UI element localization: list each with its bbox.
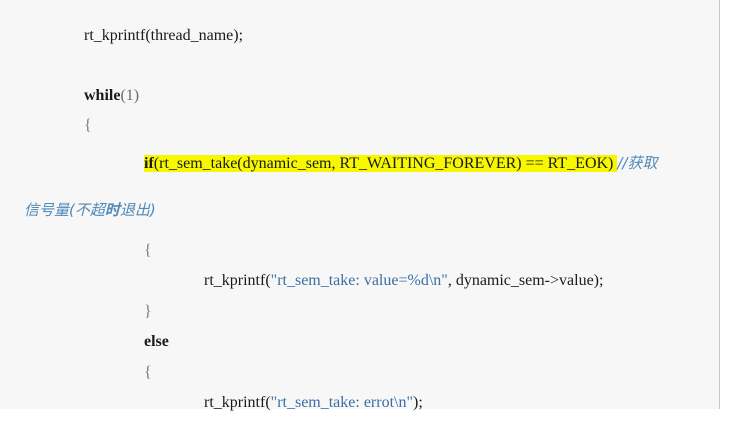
keyword-if: if (144, 155, 154, 172)
comment-continuation-a: 信号量(不超 (24, 201, 105, 219)
string-literal: "rt_sem_take: value=%d (270, 272, 429, 289)
function-call: rt_kprintf( (204, 394, 271, 411)
if-condition: (rt_sem_take(dynamic_sem, RT_WAITING_FOR… (153, 155, 618, 172)
code-line-printf-error: rt_kprintf("rt_sem_take: errot\n"); (188, 373, 423, 433)
code-line-printf-thread-name: rt_kprintf(thread_name); (68, 6, 243, 66)
code-line-printf-value: rt_kprintf("rt_sem_take: value=%d\n", dy… (188, 251, 603, 311)
open-brace: { (84, 117, 92, 134)
comment-continuation-b: 时 (105, 201, 120, 219)
function-args: ); (413, 394, 423, 411)
open-brace: { (144, 242, 152, 259)
document-page: rt_kprintf(thread_name); while(1) { if(r… (0, 0, 719, 411)
open-brace: { (144, 364, 152, 381)
inline-comment: //获取 (617, 154, 658, 172)
highlighted-if-statement: if(rt_sem_take(dynamic_sem, RT_WAITING_F… (144, 155, 618, 172)
code-line-else-open-brace: { (128, 343, 152, 403)
code-line-open-brace: { (68, 96, 92, 156)
code-line-if-open-brace: { (128, 221, 152, 281)
escape-sequence: \n (428, 272, 442, 289)
code-line-if: if(rt_sem_take(dynamic_sem, RT_WAITING_F… (128, 133, 657, 194)
comment-continuation-c: 退出) (119, 201, 156, 219)
page-border (719, 0, 720, 409)
while-condition: (1) (120, 87, 140, 104)
function-call: rt_kprintf( (204, 272, 271, 289)
code-text: rt_kprintf(thread_name); (84, 27, 244, 44)
escape-sequence: \n (394, 394, 407, 411)
function-args: , dynamic_sem->value); (447, 272, 604, 289)
string-literal: "rt_sem_take: errot (270, 394, 395, 411)
comment-bold-char: 时 (104, 201, 120, 219)
